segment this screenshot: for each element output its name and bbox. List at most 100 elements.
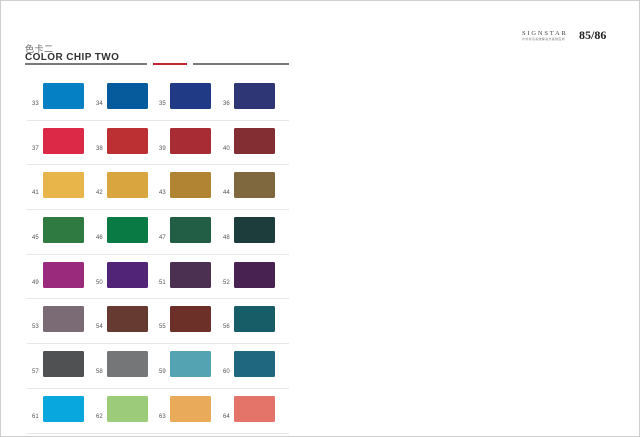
color-swatch <box>234 83 275 109</box>
color-chip: 45 <box>27 210 91 253</box>
chip-row: 37 38 39 40 <box>27 121 289 166</box>
title-trailing-rule <box>193 63 289 65</box>
chip-number: 37 <box>32 145 39 152</box>
color-chip: 60 <box>218 344 282 387</box>
chip-number: 63 <box>159 413 166 420</box>
chip-number: 61 <box>32 413 39 420</box>
brand-name: SIGNSTAR <box>522 30 568 37</box>
color-chip: 41 <box>27 165 91 208</box>
chip-number: 45 <box>32 235 39 242</box>
color-swatch <box>234 172 275 199</box>
chip-number: 47 <box>159 235 166 242</box>
chip-row: 41 42 43 44 <box>27 165 289 211</box>
chip-row: 57 58 59 60 <box>27 344 289 389</box>
section-title: COLOR CHIP TWO <box>25 52 120 63</box>
color-swatch <box>43 351 84 378</box>
color-swatch <box>170 172 211 199</box>
color-chip: 61 <box>27 389 91 432</box>
color-chip: 42 <box>91 165 155 208</box>
chip-row: 53 54 55 56 <box>27 299 289 345</box>
color-chip: 43 <box>154 165 218 208</box>
color-swatch <box>43 306 84 333</box>
color-chip: 38 <box>91 121 155 164</box>
chip-number: 55 <box>159 324 166 331</box>
color-swatch <box>170 83 211 109</box>
color-chip: 59 <box>154 344 218 387</box>
color-chip: 33 <box>27 76 91 119</box>
color-chip: 40 <box>218 121 282 164</box>
chip-number: 46 <box>96 235 103 242</box>
color-chip: 55 <box>154 299 218 342</box>
chip-number: 60 <box>223 369 230 376</box>
chip-row: 33 34 35 36 <box>27 76 289 121</box>
catalog-page: 色卡二 COLOR CHIP TWO SIGNSTAR 户外标识系统解决方案供应… <box>0 0 640 437</box>
color-swatch <box>43 83 84 109</box>
color-chip: 63 <box>154 389 218 432</box>
page-number: 85/86 <box>579 28 607 42</box>
color-chip: 52 <box>218 255 282 298</box>
color-chip: 58 <box>91 344 155 387</box>
color-swatch <box>234 127 275 154</box>
color-swatch <box>170 127 211 154</box>
chip-number: 51 <box>159 279 166 286</box>
color-chip-grid: 33 34 35 36 37 38 39 40 41 42 43 44 45 46 47 48 49 50 51 52… <box>27 76 289 434</box>
color-swatch <box>43 395 84 422</box>
color-swatch <box>170 217 211 244</box>
color-chip: 36 <box>218 76 282 119</box>
color-chip: 37 <box>27 121 91 164</box>
color-chip: 44 <box>218 165 282 208</box>
color-chip: 46 <box>91 210 155 253</box>
color-chip: 64 <box>218 389 282 432</box>
brand-logo: SIGNSTAR 户外标识系统解决方案供应商 <box>522 30 580 41</box>
color-chip: 48 <box>218 210 282 253</box>
color-swatch <box>43 127 84 154</box>
chip-number: 33 <box>32 101 39 107</box>
chip-number: 50 <box>96 279 103 286</box>
color-swatch <box>170 395 211 422</box>
chip-number: 54 <box>96 324 103 331</box>
chip-row: 49 50 51 52 <box>27 255 289 300</box>
color-swatch <box>170 306 211 333</box>
chip-number: 48 <box>223 235 230 242</box>
chip-number: 64 <box>223 413 230 420</box>
brand-subtitle: 户外标识系统解决方案供应商 <box>522 37 565 41</box>
chip-number: 42 <box>96 190 103 197</box>
color-chip: 54 <box>91 299 155 342</box>
color-swatch <box>43 217 84 244</box>
chip-number: 53 <box>32 324 39 331</box>
color-chip: 35 <box>154 76 218 119</box>
color-chip: 62 <box>91 389 155 432</box>
chip-number: 58 <box>96 369 103 376</box>
chip-number: 41 <box>32 190 39 197</box>
chip-number: 35 <box>159 101 166 107</box>
color-chip: 56 <box>218 299 282 342</box>
chip-number: 59 <box>159 369 166 376</box>
color-chip: 49 <box>27 255 91 298</box>
color-swatch <box>107 83 148 109</box>
chip-row: 61 62 63 64 <box>27 389 289 434</box>
color-swatch <box>107 127 148 154</box>
color-swatch <box>234 351 275 378</box>
chip-number: 57 <box>32 369 39 376</box>
chip-number: 39 <box>159 145 166 152</box>
color-swatch <box>43 261 84 288</box>
chip-number: 43 <box>159 190 166 197</box>
title-accent-rule <box>153 63 187 65</box>
chip-number: 44 <box>223 190 230 197</box>
chip-number: 49 <box>32 279 39 286</box>
chip-number: 38 <box>96 145 103 152</box>
chip-number: 40 <box>223 145 230 152</box>
chip-number: 62 <box>96 413 103 420</box>
color-swatch <box>234 395 275 422</box>
color-swatch <box>170 261 211 288</box>
color-swatch <box>107 351 148 378</box>
color-chip: 50 <box>91 255 155 298</box>
color-swatch <box>234 217 275 244</box>
color-swatch <box>107 395 148 422</box>
color-chip: 47 <box>154 210 218 253</box>
color-swatch <box>107 261 148 288</box>
color-chip: 57 <box>27 344 91 387</box>
color-swatch <box>107 306 148 333</box>
chip-row: 45 46 47 48 <box>27 210 289 255</box>
color-swatch <box>234 306 275 333</box>
